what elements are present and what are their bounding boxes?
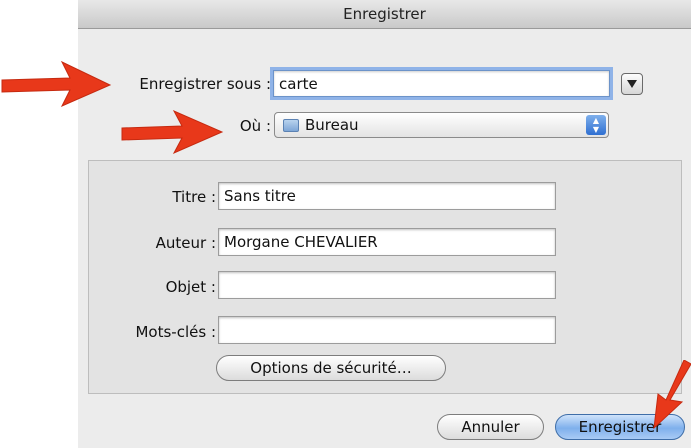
where-popup[interactable]: Bureau ▲ ▼ xyxy=(274,112,609,138)
up-down-arrows-icon: ▲ ▼ xyxy=(586,115,606,135)
annotation-arrow-save-as xyxy=(1,60,112,108)
metadata-panel: Titre : Sans titre Auteur : Morgane CHEV… xyxy=(88,160,682,394)
where-label: Où : xyxy=(239,117,271,135)
triangle-down-icon xyxy=(627,80,637,88)
author-label: Auteur : xyxy=(155,234,216,252)
title-input[interactable]: Sans titre xyxy=(218,182,556,210)
annotation-arrow-save-button xyxy=(653,360,691,430)
save-as-input[interactable]: carte xyxy=(273,70,610,97)
subject-label: Objet : xyxy=(165,278,216,296)
subject-input[interactable] xyxy=(218,271,556,299)
expand-button[interactable] xyxy=(621,73,643,95)
folder-icon xyxy=(283,118,299,132)
security-options-label: Options de sécurité… xyxy=(250,359,412,377)
keywords-input[interactable] xyxy=(218,316,556,344)
title-value: Sans titre xyxy=(224,187,296,205)
keywords-label: Mots-clés : xyxy=(135,323,216,341)
dialog-title: Enregistrer xyxy=(343,5,426,23)
dialog-titlebar: Enregistrer xyxy=(78,0,691,29)
title-label: Titre : xyxy=(172,188,216,206)
author-input[interactable]: Morgane CHEVALIER xyxy=(218,228,556,256)
save-as-value: carte xyxy=(279,74,318,93)
save-dialog: Enregistrer Enregistrer sous : carte Où … xyxy=(78,0,691,448)
save-as-label: Enregistrer sous : xyxy=(139,75,271,93)
security-options-button[interactable]: Options de sécurité… xyxy=(216,355,446,381)
author-value: Morgane CHEVALIER xyxy=(224,233,378,251)
cancel-label: Annuler xyxy=(461,418,520,436)
cancel-button[interactable]: Annuler xyxy=(437,414,544,440)
annotation-arrow-where xyxy=(121,109,224,155)
where-value: Bureau xyxy=(305,116,359,134)
